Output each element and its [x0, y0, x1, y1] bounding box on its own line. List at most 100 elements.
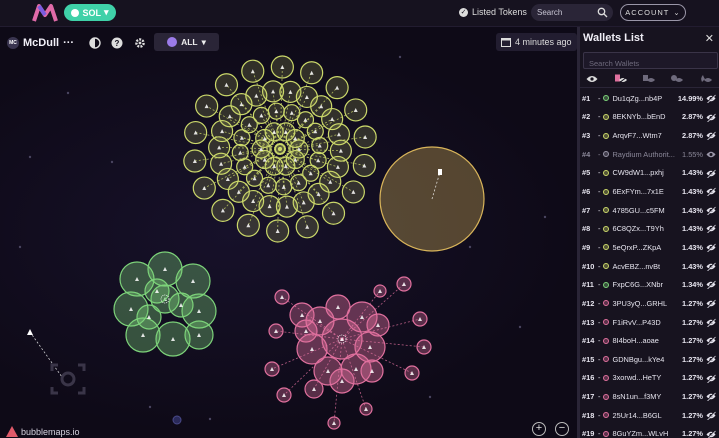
- eye-off-icon[interactable]: [706, 224, 716, 234]
- eye-off-icon[interactable]: [706, 392, 716, 402]
- wallet-row[interactable]: #4- Raydium Authorit... 1.55%: [578, 145, 719, 164]
- separator: -: [598, 224, 601, 234]
- wallet-row[interactable]: #7- 4785GU...c5FM 1.43%: [578, 201, 719, 220]
- separator: -: [598, 112, 601, 122]
- wallet-color-dot: [603, 113, 610, 120]
- close-icon[interactable]: ✕: [705, 32, 714, 45]
- account-button[interactable]: ACCOUNT ⌄: [620, 4, 686, 21]
- wallet-rank: #16: [582, 373, 595, 383]
- hide-burn-tab[interactable]: [697, 72, 715, 86]
- eye-off-icon[interactable]: [706, 317, 716, 327]
- warning-icon: [6, 426, 18, 437]
- wallet-address: Du1qZg...nb4P: [612, 93, 663, 103]
- wallet-color-dot: [603, 169, 610, 176]
- wallet-percent: 1.43%: [682, 187, 703, 197]
- separator: -: [598, 373, 601, 383]
- wallet-row[interactable]: #8- 6C8QZx...T9Yh 1.43%: [578, 219, 719, 238]
- bubble-map[interactable]: MC McDull ··· ? ALL ▾ 4 minutes ago bubb…: [0, 27, 577, 438]
- zoom-out-button[interactable]: −: [555, 422, 569, 436]
- wallet-row[interactable]: #2- 8EKNYb...bEnD 2.87%: [578, 108, 719, 127]
- wallet-row[interactable]: #14- 8I4boH...aoae 1.27%: [578, 331, 719, 350]
- wallet-bubble[interactable]: [274, 143, 286, 155]
- wallet-row[interactable]: #5- CW9dW1...pxhj 1.43%: [578, 164, 719, 183]
- eye-off-icon[interactable]: [706, 373, 716, 383]
- eye-off-icon[interactable]: [706, 187, 716, 197]
- wallet-color-dot: [603, 300, 610, 307]
- wallet-rank: #9: [582, 242, 591, 252]
- wallet-row[interactable]: #6- 6ExFYm...7x1E 1.43%: [578, 182, 719, 201]
- wallet-rank: #17: [582, 392, 595, 402]
- search-input[interactable]: [537, 6, 597, 19]
- eye-off-icon[interactable]: [706, 243, 716, 253]
- hide-contracts-tab[interactable]: [612, 72, 630, 86]
- wallet-bubble[interactable]: [172, 415, 182, 425]
- wallet-percent: 14.99%: [677, 93, 703, 103]
- wallet-color-dot: [603, 319, 610, 325]
- wallet-color-dot: [603, 95, 610, 102]
- eye-icon: [586, 76, 598, 82]
- more-options-button[interactable]: ···: [63, 37, 74, 49]
- wallet-row[interactable]: #9- 5eQrxP...ZKpA 1.43%: [578, 238, 719, 257]
- wallet-row[interactable]: #10- AcvEBZ...nvBt 1.43%: [578, 257, 719, 276]
- svg-text:?: ?: [114, 39, 119, 48]
- timeline-button[interactable]: [86, 34, 103, 51]
- wallet-row[interactable]: #11- FxpC6G...XNbr 1.34%: [578, 275, 719, 294]
- eye-icon[interactable]: [706, 150, 716, 159]
- eye-off-icon[interactable]: [706, 261, 716, 271]
- bubblemaps-brand[interactable]: bubblemaps.io: [6, 426, 80, 437]
- wallet-row[interactable]: #19- 8GuYZm...WLvH 1.27%: [578, 425, 719, 438]
- hide-pools-tab[interactable]: [668, 72, 686, 86]
- settings-button[interactable]: [131, 34, 148, 51]
- chevron-down-icon: ⌄: [673, 8, 681, 17]
- help-icon: ?: [111, 37, 122, 48]
- show-all-tab[interactable]: [583, 72, 601, 86]
- star-dot: [468, 245, 472, 249]
- half-circle-icon: [88, 36, 101, 49]
- wallet-color-dot: [603, 188, 610, 195]
- eye-off-icon[interactable]: [706, 355, 716, 364]
- eye-off-icon[interactable]: [706, 131, 716, 141]
- wallet-row[interactable]: #13- F1iRvV...P43D 1.27%: [578, 313, 719, 332]
- wallet-row[interactable]: #17- 8sN1un...f3MY 1.27%: [578, 387, 719, 406]
- wallet-row[interactable]: #12- 3PU3yQ...GRHL 1.27%: [578, 294, 719, 313]
- wallet-rank: #8: [582, 224, 591, 234]
- eye-off-icon[interactable]: [706, 94, 716, 103]
- wallet-address: 6ExFYm...7x1E: [612, 187, 664, 197]
- chain-selector-button[interactable]: SOL ▾: [64, 4, 116, 21]
- eye-off-icon[interactable]: [706, 205, 716, 215]
- listed-tokens-link[interactable]: ✓ Listed Tokens: [459, 7, 527, 17]
- separator: -: [598, 187, 601, 197]
- separator: -: [598, 429, 601, 438]
- updated-label: 4 minutes ago: [515, 37, 572, 47]
- star-dot: [66, 91, 70, 95]
- eye-off-icon[interactable]: [706, 299, 716, 309]
- bubblemaps-logo-icon[interactable]: [32, 3, 58, 23]
- zoom-in-button[interactable]: +: [532, 422, 546, 436]
- eye-off-icon[interactable]: [706, 168, 716, 178]
- wallet-address: 4785GU...c5FM: [612, 205, 665, 215]
- eye-off-icon[interactable]: [706, 410, 716, 420]
- wallet-address: ArqvF7...Wtm7: [612, 131, 662, 141]
- wallet-row[interactable]: #15- GDNBgu...kYe4 1.27%: [578, 350, 719, 369]
- wallet-row[interactable]: #1- Du1qZg...nb4P 14.99%: [578, 89, 719, 108]
- wallet-row[interactable]: #18- 25Ur14...B6GL 1.27%: [578, 406, 719, 425]
- help-button[interactable]: ?: [108, 34, 125, 51]
- hide-exchanges-tab[interactable]: [640, 72, 658, 86]
- eye-off-icon[interactable]: [706, 112, 716, 122]
- wallet-address: 3PU3yQ...GRHL: [612, 298, 668, 308]
- wallet-rank: #6: [582, 187, 591, 197]
- exchange-eye-off-icon: [642, 75, 655, 82]
- search-icon[interactable]: [597, 7, 608, 18]
- eye-off-icon[interactable]: [706, 336, 716, 346]
- eye-off-icon[interactable]: [706, 429, 716, 438]
- wallet-row[interactable]: #3- ArqvF7...Wtm7 2.87%: [578, 126, 719, 145]
- separator: -: [598, 168, 601, 178]
- wallet-filter-dropdown[interactable]: ALL ▾: [154, 33, 219, 51]
- wallet-search-input[interactable]: [584, 56, 714, 71]
- eye-off-icon[interactable]: [706, 280, 716, 290]
- wallet-address: 25Ur14...B6GL: [612, 410, 662, 420]
- bubble-graph[interactable]: [0, 27, 577, 438]
- screenshot-icon[interactable]: [50, 362, 86, 396]
- last-updated[interactable]: 4 minutes ago: [496, 33, 577, 51]
- wallet-row[interactable]: #16- 3xorwd...HeTY 1.27%: [578, 369, 719, 388]
